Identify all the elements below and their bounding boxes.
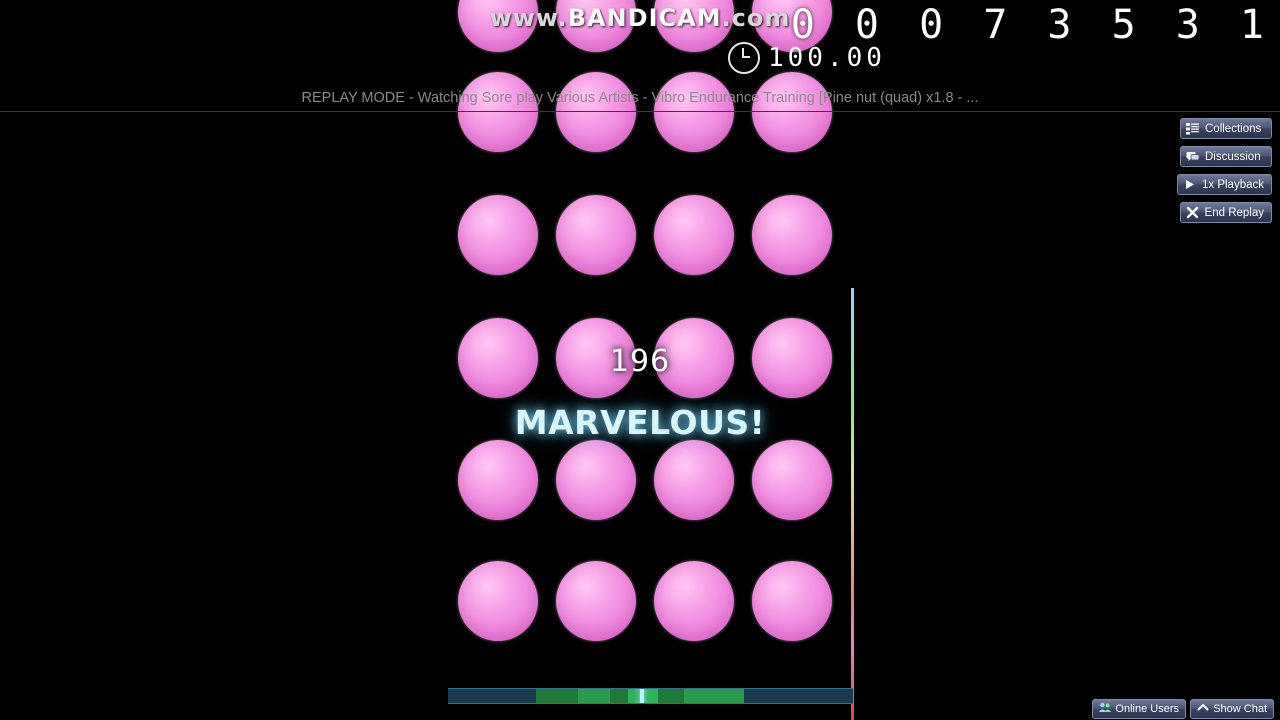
note	[458, 72, 538, 152]
collections-button[interactable]: Collections	[1180, 118, 1272, 139]
accuracy-value: 100.00	[768, 43, 886, 73]
accuracy-display: 100.00	[728, 42, 886, 74]
combo-counter: 196	[609, 344, 671, 379]
replay-mode-banner: REPLAY MODE - Watching Sore play Various…	[301, 90, 979, 106]
playback-speed-button[interactable]: 1x Playback	[1176, 174, 1272, 195]
note	[556, 561, 636, 641]
online-users-label: Online Users	[1115, 703, 1179, 715]
note	[458, 561, 538, 641]
note	[752, 195, 832, 275]
discussion-button[interactable]: Discussion	[1180, 146, 1272, 167]
end-replay-button[interactable]: End Replay	[1179, 202, 1272, 223]
note	[752, 440, 832, 520]
watermark-suffix: .com	[721, 4, 791, 32]
side-button-group: Collections Discussion 1x Playback End R…	[1176, 118, 1272, 223]
watermark-prefix: www.	[489, 4, 568, 32]
judgement-text: MARVELOUS!	[514, 403, 766, 442]
note	[752, 72, 832, 152]
note	[556, 72, 636, 152]
stopwatch-icon	[728, 42, 760, 74]
show-chat-button[interactable]: Show Chat	[1190, 699, 1274, 719]
bottom-bar: Online Users Show Chat	[0, 698, 1280, 720]
game-screen: 196 MARVELOUS! 0 0 0 7 3 5 3 1 100.00 ww…	[0, 0, 1280, 720]
replay-banner-divider	[0, 111, 1280, 112]
note	[654, 72, 734, 152]
note	[654, 440, 734, 520]
note	[458, 440, 538, 520]
speech-bubble-icon	[1186, 150, 1199, 163]
play-icon	[1183, 178, 1196, 191]
note	[752, 561, 832, 641]
note	[654, 561, 734, 641]
note	[458, 195, 538, 275]
note	[556, 440, 636, 520]
note	[556, 195, 636, 275]
chevron-up-icon	[1197, 702, 1209, 716]
collections-button-label: Collections	[1205, 122, 1262, 135]
end-replay-label: End Replay	[1204, 206, 1264, 219]
show-chat-label: Show Chat	[1213, 703, 1267, 715]
playback-speed-label: 1x Playback	[1201, 178, 1264, 191]
watermark-brand: BANDICAM	[567, 4, 722, 32]
bandicam-watermark: www.BANDICAM.com	[0, 4, 1280, 32]
users-icon	[1099, 702, 1112, 716]
online-users-button[interactable]: Online Users	[1092, 699, 1186, 719]
close-x-icon	[1186, 206, 1199, 219]
list-icon	[1186, 122, 1199, 135]
note	[654, 195, 734, 275]
discussion-button-label: Discussion	[1205, 150, 1261, 163]
